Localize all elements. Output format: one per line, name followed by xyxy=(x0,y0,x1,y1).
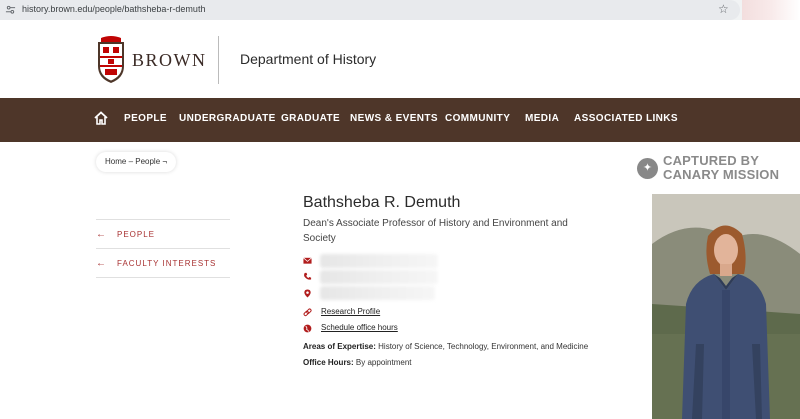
watermark-line-1: CAPTURED BY xyxy=(663,153,760,168)
brown-wordmark[interactable]: BROWN xyxy=(132,50,207,71)
header-divider xyxy=(218,36,219,84)
breadcrumb[interactable]: Home – People ¬ xyxy=(96,152,177,172)
home-icon[interactable] xyxy=(93,110,109,126)
sidebar-link-people[interactable]: ← PEOPLE xyxy=(96,229,155,240)
globe-icon xyxy=(303,324,312,333)
sidebar-link-faculty-interests[interactable]: ← FACULTY INTERESTS xyxy=(96,258,216,269)
office-hours-label: Office Hours: xyxy=(303,358,354,367)
sidebar-divider xyxy=(96,277,230,278)
bookmark-star-icon[interactable]: ☆ xyxy=(718,2,729,16)
nav-item-undergraduate[interactable]: UNDERGRADUATE xyxy=(179,113,276,124)
browser-url-bar: history.brown.edu/people/bathsheba-r-dem… xyxy=(0,0,800,20)
url-text[interactable]: history.brown.edu/people/bathsheba-r-dem… xyxy=(22,4,205,14)
arrow-left-icon: ← xyxy=(96,229,107,240)
location-redacted xyxy=(320,286,435,300)
email-redacted xyxy=(320,254,438,268)
site-info-icon[interactable] xyxy=(5,4,16,15)
expertise-label: Areas of Expertise: xyxy=(303,342,376,351)
canary-logo-icon: ✦ xyxy=(637,157,658,179)
canary-mission-watermark: ✦ CAPTURED BY CANARY MISSION xyxy=(637,154,779,182)
nav-item-media[interactable]: MEDIA xyxy=(525,113,559,124)
sidebar-link-label: FACULTY INTERESTS xyxy=(117,259,217,268)
nav-item-news-events[interactable]: NEWS & EVENTS xyxy=(350,113,438,124)
sidebar-link-label: PEOPLE xyxy=(117,230,156,239)
profile-photo xyxy=(652,194,800,419)
link-icon xyxy=(303,308,312,317)
department-title[interactable]: Department of History xyxy=(240,51,376,67)
office-hours: Office Hours: By appointment xyxy=(303,358,412,367)
research-profile-link[interactable]: Research Profile xyxy=(321,307,380,316)
expertise-value: History of Science, Technology, Environm… xyxy=(378,342,589,351)
nav-item-associated-links[interactable]: ASSOCIATED LINKS xyxy=(574,113,678,124)
nav-item-graduate[interactable]: GRADUATE xyxy=(281,113,340,124)
arrow-left-icon: ← xyxy=(96,258,107,269)
office-hours-value: By appointment xyxy=(355,358,412,367)
areas-of-expertise: Areas of Expertise: History of Science, … xyxy=(303,342,588,351)
profile-title: Dean's Associate Professor of History an… xyxy=(303,218,568,244)
nav-item-people[interactable]: PEOPLE xyxy=(124,113,167,124)
browser-corner xyxy=(742,0,800,20)
email-icon xyxy=(303,257,312,264)
brown-shield-logo-icon[interactable] xyxy=(96,36,126,84)
location-pin-icon xyxy=(304,289,311,298)
profile-photo-illustration xyxy=(652,194,800,419)
schedule-office-hours-link[interactable]: Schedule office hours xyxy=(321,323,398,332)
profile-name: Bathsheba R. Demuth xyxy=(303,194,461,211)
phone-icon xyxy=(304,272,312,280)
sidebar-divider xyxy=(96,219,230,220)
main-nav: PEOPLE UNDERGRADUATE GRADUATE NEWS & EVE… xyxy=(0,98,800,142)
nav-item-community[interactable]: COMMUNITY xyxy=(445,113,510,124)
sidebar-divider xyxy=(96,248,230,249)
watermark-line-2: CANARY MISSION xyxy=(663,167,780,182)
site-header: BROWN Department of History xyxy=(0,20,800,98)
phone-redacted xyxy=(320,270,438,284)
